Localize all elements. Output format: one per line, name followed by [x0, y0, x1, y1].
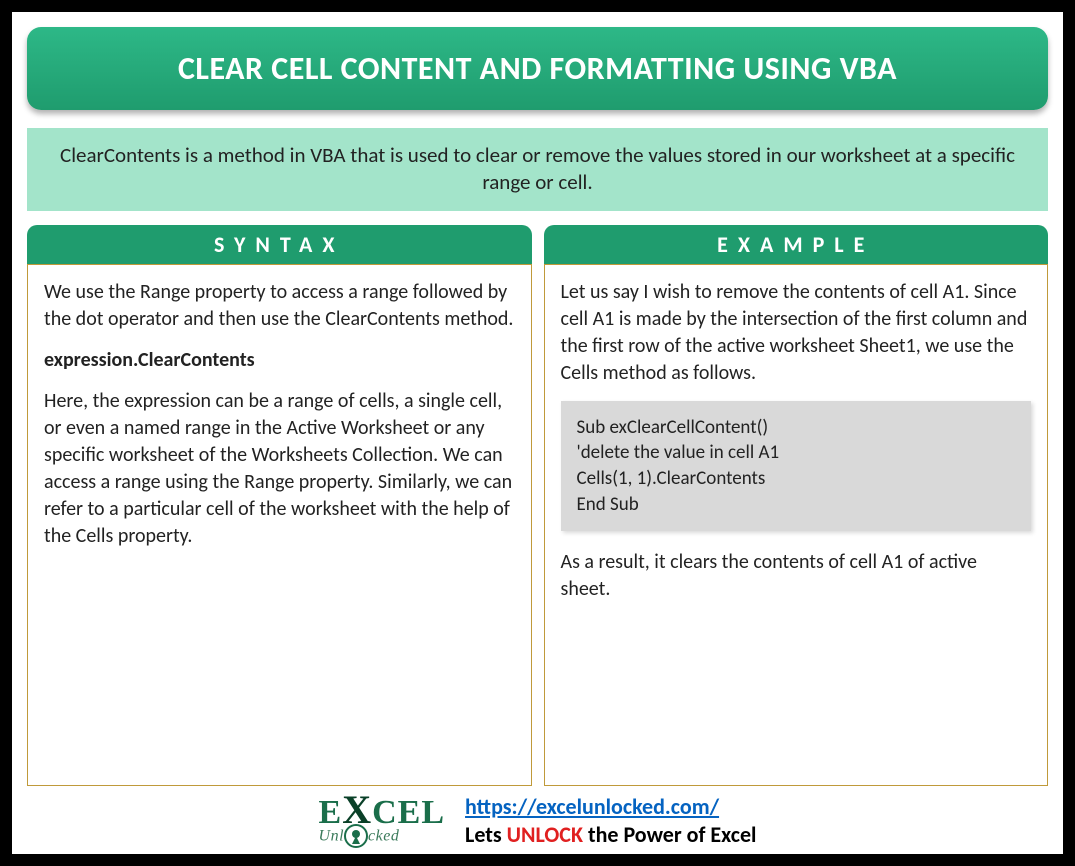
footer-text: https://excelunlocked.com/ Lets UNLOCK t… — [465, 793, 756, 848]
syntax-expression: expression.ClearContents — [44, 347, 515, 374]
logo-text-top: EXCEL — [319, 792, 446, 829]
footer-tagline: Lets UNLOCK the Power of Excel — [465, 821, 756, 848]
logo: EXCEL Unlcked — [319, 792, 446, 849]
page-title: CLEAR CELL CONTENT AND FORMATTING USING … — [27, 27, 1048, 110]
example-body: Let us say I wish to remove the contents… — [544, 264, 1049, 787]
footer: EXCEL Unlcked https://excelunlocked.com/… — [27, 786, 1048, 849]
example-column: EXAMPLE Let us say I wish to remove the … — [544, 225, 1049, 787]
keyhole-icon — [344, 824, 368, 848]
example-header: EXAMPLE — [544, 225, 1049, 264]
syntax-intro: We use the Range property to access a ra… — [44, 279, 515, 333]
code-block: Sub exClearCellContent() 'delete the val… — [561, 401, 1032, 532]
syntax-header: SYNTAX — [27, 225, 532, 264]
description-box: ClearContents is a method in VBA that is… — [27, 128, 1048, 211]
two-column-layout: SYNTAX We use the Range property to acce… — [27, 225, 1048, 787]
example-result: As a result, it clears the contents of c… — [561, 549, 1032, 603]
syntax-body: We use the Range property to access a ra… — [27, 264, 532, 787]
example-intro: Let us say I wish to remove the contents… — [561, 279, 1032, 387]
syntax-column: SYNTAX We use the Range property to acce… — [27, 225, 532, 787]
footer-link[interactable]: https://excelunlocked.com/ — [465, 793, 719, 820]
syntax-explanation: Here, the expression can be a range of c… — [44, 388, 515, 550]
